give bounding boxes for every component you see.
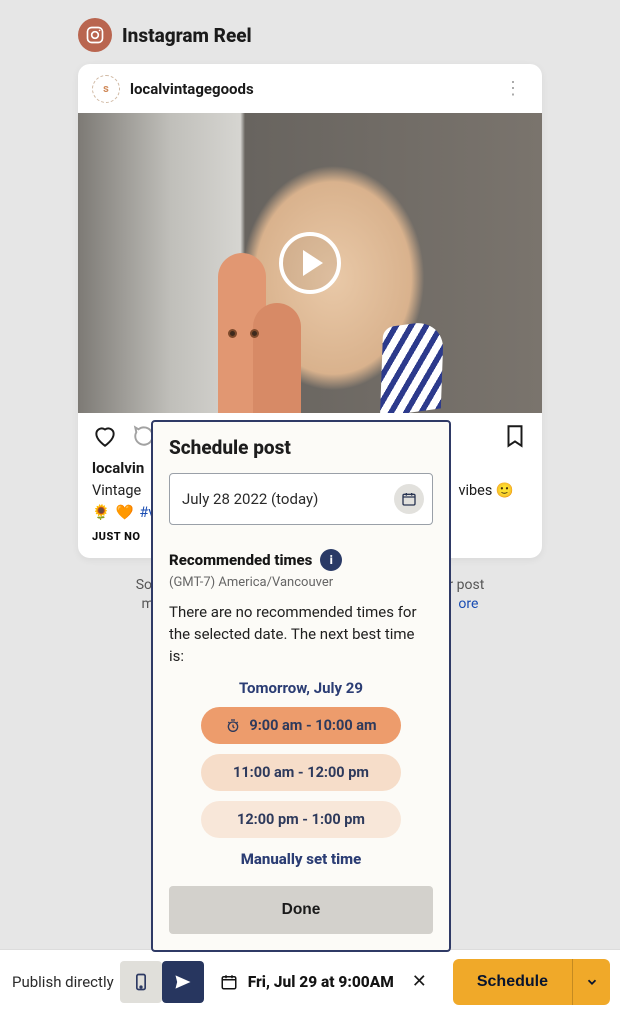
mobile-preview-button[interactable]: [120, 961, 162, 1003]
thumbnail-art: [253, 303, 301, 413]
send-icon: [173, 972, 193, 992]
schedule-button[interactable]: Schedule: [453, 959, 572, 1005]
post-header: s localvintagegoods ⋮: [78, 64, 542, 113]
video-thumbnail[interactable]: [78, 113, 542, 413]
date-input[interactable]: July 28 2022 (today): [169, 473, 433, 525]
avatar: s: [92, 75, 120, 103]
publish-now-button[interactable]: [162, 961, 204, 1003]
clear-schedule-button[interactable]: ✕: [406, 965, 433, 998]
caption-username: localvin: [92, 459, 144, 477]
manually-set-time-button[interactable]: Manually set time: [169, 850, 433, 868]
timezone-label: (GMT-7) America/Vancouver: [169, 575, 433, 590]
recommended-times-heading: Recommended times i: [169, 549, 433, 571]
popover-title: Schedule post: [169, 436, 433, 459]
heart-icon[interactable]: [92, 423, 118, 453]
done-button[interactable]: Done: [169, 886, 433, 934]
bottom-toolbar: Publish directly Fri, Jul 29 at 9:00AM ✕…: [0, 949, 620, 1013]
page-title: Instagram Reel: [122, 24, 252, 47]
clock-icon: [225, 718, 241, 734]
thumbnail-art: [380, 319, 444, 413]
bookmark-icon[interactable]: [502, 423, 528, 453]
caption-text: Vintage: [92, 482, 141, 499]
schedule-button-group: Schedule: [453, 959, 610, 1005]
chevron-down-icon: [585, 975, 599, 989]
time-slot-option[interactable]: 9:00 am - 10:00 am: [201, 707, 401, 744]
info-icon[interactable]: i: [320, 549, 342, 571]
emoji-sunflower-icon: [92, 504, 112, 521]
caption-tail: vibes 🙂: [458, 482, 514, 499]
more-options-icon[interactable]: ⋮: [498, 74, 528, 103]
page-header: Instagram Reel: [0, 0, 620, 64]
play-icon[interactable]: [279, 232, 341, 294]
post-username: localvintagegoods: [130, 80, 254, 98]
publish-directly-label: Publish directly: [10, 973, 114, 991]
schedule-popover: Schedule post July 28 2022 (today) Recom…: [151, 420, 451, 952]
scheduled-time-display[interactable]: Fri, Jul 29 at 9:00AM: [220, 973, 394, 991]
recommendation-message: There are no recommended times for the s…: [169, 602, 433, 667]
calendar-icon[interactable]: [394, 484, 424, 514]
emoji-heart-icon: [116, 504, 136, 521]
thumbnail-art: [250, 329, 259, 338]
thumbnail-art: [228, 329, 237, 338]
time-slot-option[interactable]: 12:00 pm - 1:00 pm: [201, 801, 401, 838]
next-best-date: Tomorrow, July 29: [169, 679, 433, 697]
time-slot-option[interactable]: 11:00 am - 12:00 pm: [201, 754, 401, 791]
instagram-icon: [78, 18, 112, 52]
learn-more-link[interactable]: ore: [458, 596, 478, 612]
date-value: July 28 2022 (today): [182, 490, 318, 508]
calendar-icon: [220, 973, 238, 991]
phone-icon: [131, 972, 151, 992]
schedule-dropdown-button[interactable]: [572, 959, 610, 1005]
